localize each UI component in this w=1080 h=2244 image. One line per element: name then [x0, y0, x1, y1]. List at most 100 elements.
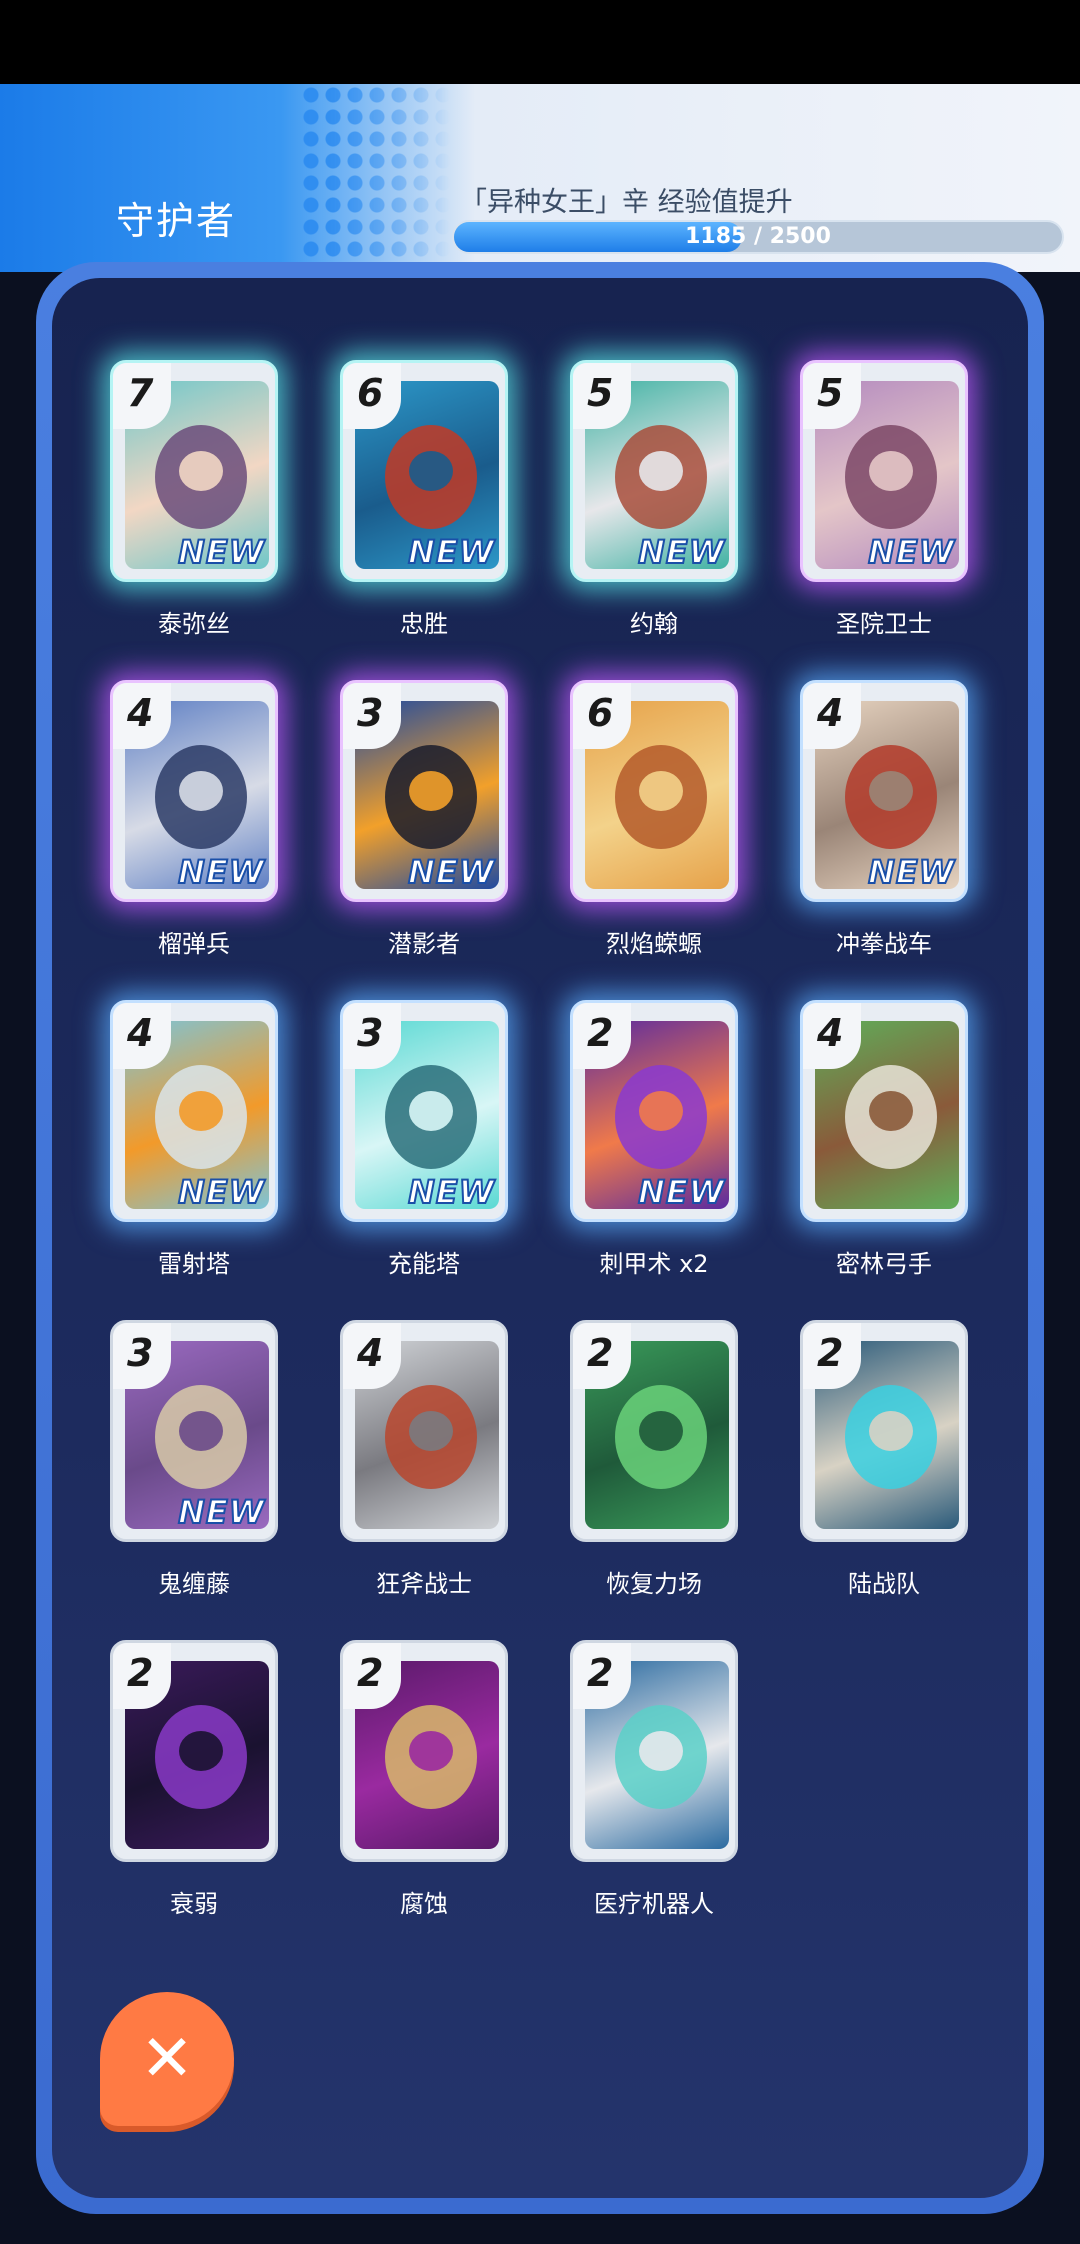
card-item[interactable]: 3 NEW	[340, 680, 508, 902]
card-item[interactable]: 4	[800, 1000, 968, 1222]
card-item[interactable]: 6 NEW	[340, 360, 508, 582]
card-name: 烈焰蝾螈	[606, 930, 702, 958]
card-item[interactable]: 5 NEW	[800, 360, 968, 582]
card-item[interactable]: 3 NEW	[340, 1000, 508, 1222]
new-badge: NEW	[637, 532, 725, 572]
card-frame: 3 NEW	[340, 680, 508, 902]
card-item[interactable]: 2	[570, 1640, 738, 1862]
close-icon: ✕	[140, 2022, 194, 2096]
card-reward-screen: 守护者 「异种女王」辛 经验值提升 1185 / 2500 7 NEW 泰弥丝 6 NE…	[0, 0, 1080, 2244]
card-cost: 2	[587, 1651, 614, 1695]
card-art-highlight	[179, 1731, 223, 1771]
card-name: 雷射塔	[158, 1250, 230, 1278]
card-frame: 2 NEW	[570, 1000, 738, 1222]
cost-tab: 6	[573, 683, 631, 749]
card-item[interactable]: 4	[340, 1320, 508, 1542]
card-art-highlight	[179, 1091, 223, 1131]
card-frame: 2	[110, 1640, 278, 1862]
cost-tab: 4	[113, 1003, 171, 1069]
card-name: 狂斧战士	[376, 1570, 472, 1598]
card-frame: 4 NEW	[110, 1000, 278, 1222]
card-art-highlight	[639, 1731, 683, 1771]
card-art-highlight	[179, 771, 223, 811]
card-cost: 4	[357, 1331, 384, 1375]
card-name: 约翰	[630, 610, 678, 638]
card-cost: 4	[817, 691, 844, 735]
card-name: 鬼缠藤	[158, 1570, 230, 1598]
card-item[interactable]: 2	[110, 1640, 278, 1862]
card-item[interactable]: 5 NEW	[570, 360, 738, 582]
card-art-highlight	[639, 1091, 683, 1131]
cost-tab: 2	[343, 1643, 401, 1709]
card-frame: 2	[570, 1320, 738, 1542]
card-name: 忠胜	[400, 610, 448, 638]
cost-tab: 2	[573, 1003, 631, 1069]
card-name: 恢复力场	[606, 1570, 702, 1598]
card-cost: 2	[587, 1011, 614, 1055]
new-badge: NEW	[637, 1172, 725, 1212]
xp-progress-text: 1185 / 2500	[685, 224, 831, 249]
cost-tab: 2	[573, 1323, 631, 1389]
new-badge: NEW	[407, 852, 495, 892]
card-cost: 4	[817, 1011, 844, 1055]
new-badge: NEW	[177, 1172, 265, 1212]
card-item[interactable]: 2	[340, 1640, 508, 1862]
card-frame: 3 NEW	[110, 1320, 278, 1542]
new-badge: NEW	[407, 1172, 495, 1212]
card-item[interactable]: 2	[570, 1320, 738, 1542]
card-art-highlight	[869, 451, 913, 491]
cost-tab: 6	[343, 363, 401, 429]
cost-tab: 4	[113, 683, 171, 749]
new-badge: NEW	[177, 532, 265, 572]
card-art-highlight	[409, 1091, 453, 1131]
card-name: 泰弥丝	[158, 610, 230, 638]
card-item[interactable]: 2 NEW	[570, 1000, 738, 1222]
card-frame: 2	[340, 1640, 508, 1862]
cost-tab: 2	[803, 1323, 861, 1389]
card-art-highlight	[409, 1731, 453, 1771]
card-art-highlight	[409, 771, 453, 811]
card-art-highlight	[639, 771, 683, 811]
new-badge: NEW	[867, 532, 955, 572]
card-item[interactable]: 2	[800, 1320, 968, 1542]
card-cost: 3	[127, 1331, 154, 1375]
card-art-highlight	[869, 1091, 913, 1131]
hero-xp-title: 「异种女王」辛 经验值提升	[460, 187, 793, 218]
card-item[interactable]: 6	[570, 680, 738, 902]
card-item[interactable]: 4 NEW	[110, 1000, 278, 1222]
card-cost: 6	[587, 691, 614, 735]
card-frame: 7 NEW	[110, 360, 278, 582]
status-bar	[0, 0, 1080, 84]
card-frame: 2	[570, 1640, 738, 1862]
card-frame: 6 NEW	[340, 360, 508, 582]
cost-tab: 3	[343, 1003, 401, 1069]
card-item[interactable]: 3 NEW	[110, 1320, 278, 1542]
new-badge: NEW	[407, 532, 495, 572]
card-item[interactable]: 4 NEW	[110, 680, 278, 902]
card-frame: 6	[570, 680, 738, 902]
cost-tab: 3	[343, 683, 401, 749]
card-cost: 5	[587, 371, 614, 415]
cost-tab: 2	[113, 1643, 171, 1709]
dot-pattern	[300, 84, 450, 272]
card-item[interactable]: 7 NEW	[110, 360, 278, 582]
card-name: 潜影者	[388, 930, 460, 958]
cost-tab: 4	[803, 1003, 861, 1069]
cost-tab: 4	[803, 683, 861, 749]
card-art-highlight	[179, 451, 223, 491]
card-cost: 7	[127, 371, 154, 415]
cost-tab: 5	[803, 363, 861, 429]
card-art-highlight	[639, 1411, 683, 1451]
card-item[interactable]: 4 NEW	[800, 680, 968, 902]
card-cost: 4	[127, 1011, 154, 1055]
card-cost: 2	[357, 1651, 384, 1695]
card-art-highlight	[409, 451, 453, 491]
xp-progress-bar: 1185 / 2500	[452, 220, 1064, 254]
card-art-highlight	[179, 1411, 223, 1451]
card-art-highlight	[869, 771, 913, 811]
card-name: 密林弓手	[836, 1250, 932, 1278]
cost-tab: 7	[113, 363, 171, 429]
close-button[interactable]: ✕	[100, 1992, 234, 2126]
card-frame: 4	[340, 1320, 508, 1542]
card-art-highlight	[409, 1411, 453, 1451]
